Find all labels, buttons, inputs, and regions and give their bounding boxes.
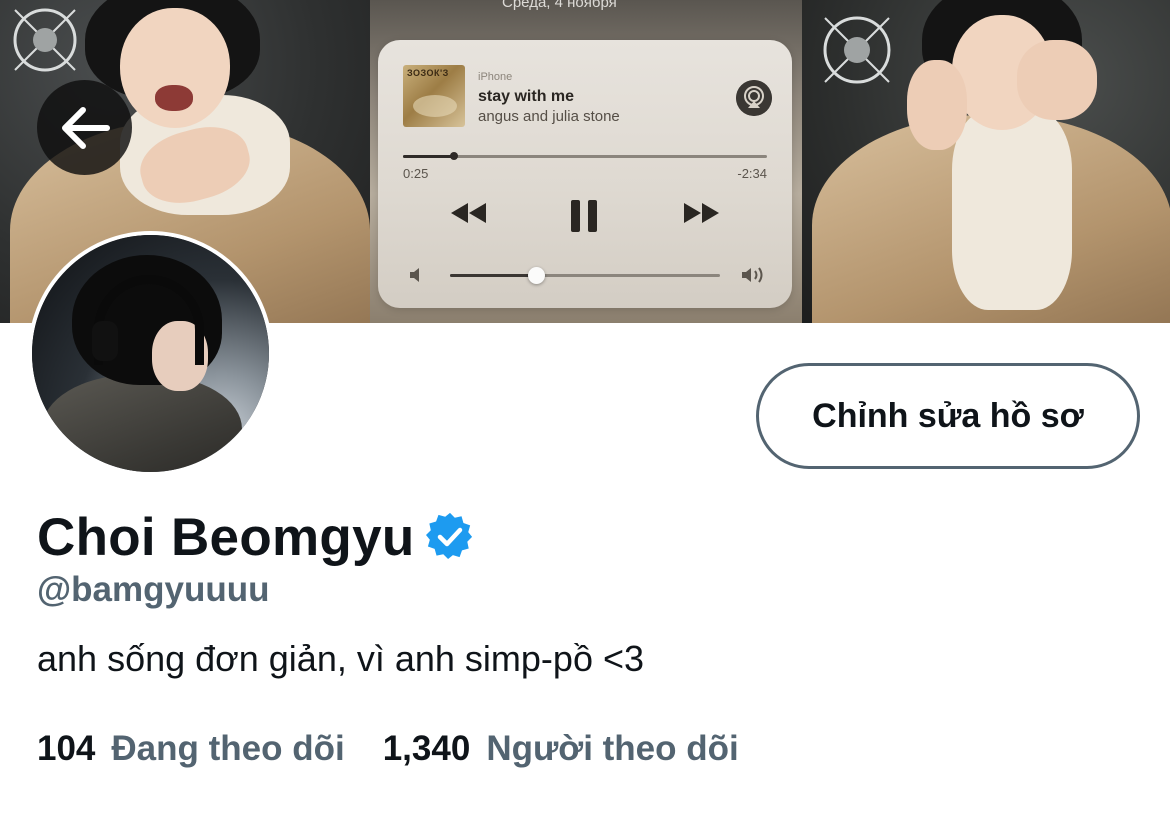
followers-link[interactable]: 1,340 Người theo dõi [383, 729, 739, 769]
album-art-text: ЗОЗОК'З [407, 68, 449, 78]
arrow-left-icon [61, 106, 110, 149]
following-link[interactable]: 104 Đang theo dõi [37, 729, 345, 769]
following-count: 104 [37, 729, 96, 768]
followers-count: 1,340 [382, 729, 471, 768]
back-button[interactable] [37, 80, 132, 175]
following-label: Đang theo dõi [111, 729, 345, 768]
player-device: iPhone [478, 71, 513, 83]
follow-stats: 104 Đang theo dõi 1,340 Người theo dõi [37, 729, 739, 769]
profile-avatar[interactable] [28, 231, 273, 476]
user-bio: anh sống đơn giản, vì anh simp-pồ <3 [37, 638, 645, 679]
volume-high-icon [742, 267, 763, 283]
fast-forward-icon[interactable] [680, 198, 722, 228]
banner-photo-right [802, 0, 1170, 323]
pause-icon[interactable] [568, 198, 602, 234]
display-name-row: Choi Beomgyu [37, 505, 475, 569]
airplay-icon[interactable] [736, 80, 772, 116]
user-handle: @bamgyuuuu [37, 570, 270, 609]
lockscreen-date: Среда, 4 ноября [502, 0, 617, 11]
playback-progress[interactable] [403, 152, 767, 160]
microphone-icon [823, 16, 891, 84]
followers-label: Người theo dõi [486, 729, 739, 768]
album-art: ЗОЗОК'З [403, 65, 465, 127]
rewind-icon[interactable] [448, 198, 490, 228]
volume-low-icon [410, 268, 419, 282]
elapsed-time: 0:25 [403, 166, 429, 181]
display-name: Choi Beomgyu [37, 507, 415, 567]
verified-badge-icon[interactable] [425, 512, 475, 562]
remaining-time: -2:34 [737, 166, 767, 181]
music-player-widget: ЗОЗОК'З iPhone stay with me angus and ju… [378, 40, 792, 308]
volume-slider[interactable] [450, 267, 720, 284]
track-artist: angus and julia stone [478, 108, 620, 125]
edit-profile-button[interactable]: Chỉnh sửa hồ sơ [756, 363, 1140, 469]
track-title: stay with me [478, 88, 575, 105]
